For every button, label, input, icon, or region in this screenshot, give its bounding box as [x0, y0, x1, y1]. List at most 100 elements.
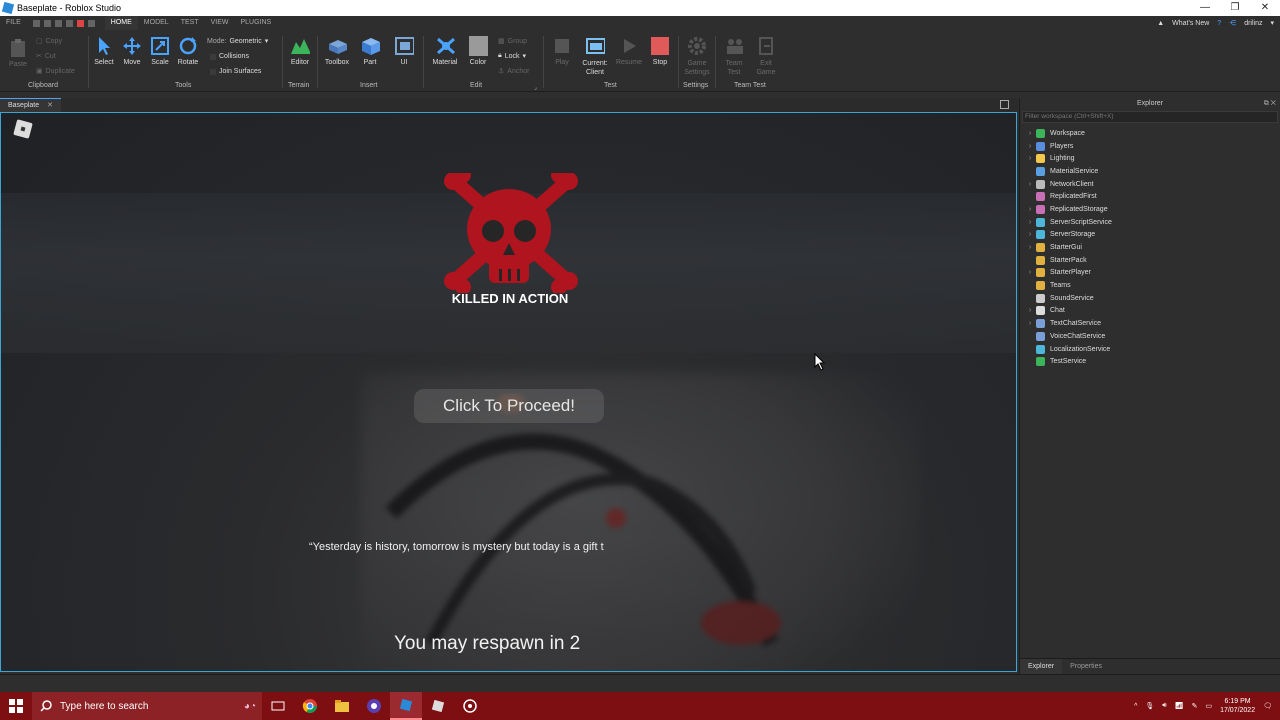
expand-chevron-icon[interactable]: ›: [1024, 181, 1036, 188]
explorer-item[interactable]: › Chat: [1020, 305, 1280, 318]
help-icon[interactable]: ?: [1217, 20, 1221, 27]
roblox-menu-icon[interactable]: [13, 119, 33, 139]
lock-button[interactable]: 🔒︎ Lock ▾: [498, 52, 526, 60]
game-viewport[interactable]: KILLED IN ACTION Click To Proceed! “Yest…: [0, 112, 1017, 672]
tray-expand-icon[interactable]: ^: [1134, 703, 1137, 710]
tab-view[interactable]: VIEW: [205, 16, 235, 30]
explorer-item[interactable]: › ReplicatedStorage: [1020, 203, 1280, 216]
redo-icon[interactable]: [54, 19, 62, 27]
maximize-viewport-icon[interactable]: [1000, 100, 1009, 109]
select-tool-button[interactable]: Select: [89, 36, 119, 66]
explorer-window-controls[interactable]: ⧉ ✕: [1264, 98, 1276, 110]
explorer-item[interactable]: › StarterGui: [1020, 241, 1280, 254]
explorer-item[interactable]: › StarterPlayer: [1020, 267, 1280, 280]
scale-tool-button[interactable]: Scale: [145, 36, 175, 66]
tab-explorer[interactable]: Explorer: [1020, 659, 1063, 674]
edit-expand-icon[interactable]: ⌟: [534, 84, 537, 91]
group-button[interactable]: ▦ Group: [498, 37, 527, 46]
close-button[interactable]: ✕: [1250, 0, 1280, 16]
anchor-button[interactable]: ⚓︎ Anchor: [498, 67, 529, 76]
current-client-button[interactable]: Current: Client: [578, 36, 612, 77]
task-view-icon[interactable]: [262, 692, 294, 720]
settings-app-icon[interactable]: [454, 692, 486, 720]
explorer-item[interactable]: › ServerStorage: [1020, 229, 1280, 242]
volume-icon[interactable]: 🔊︎: [1162, 702, 1166, 710]
explorer-item[interactable]: › Players: [1020, 140, 1280, 153]
roblox-studio-taskbar-icon[interactable]: [390, 692, 422, 720]
duplicate-button[interactable]: ▣ Duplicate: [36, 67, 75, 76]
microphone-icon[interactable]: 🎙︎: [1145, 702, 1154, 710]
tab-home[interactable]: HOME: [104, 15, 138, 31]
expand-chevron-icon[interactable]: ›: [1024, 320, 1036, 327]
join-surfaces-toggle[interactable]: Join Surfaces: [210, 68, 261, 75]
expand-chevron-icon[interactable]: ›: [1024, 130, 1036, 137]
rotate-tool-button[interactable]: Rotate: [173, 36, 203, 66]
whats-new-link[interactable]: What's New: [1172, 20, 1209, 27]
taskbar-search[interactable]: Type here to search ◕◔: [32, 692, 262, 720]
copy-button[interactable]: ▢ Copy: [36, 37, 62, 46]
expand-chevron-icon[interactable]: ›: [1024, 219, 1036, 226]
explorer-item[interactable]: › TextChatService: [1020, 317, 1280, 330]
team-icon[interactable]: [87, 19, 95, 27]
tab-test[interactable]: TEST: [175, 16, 205, 30]
tab-properties[interactable]: Properties: [1062, 659, 1110, 674]
exit-game-button[interactable]: Exit Game: [751, 36, 781, 77]
expand-chevron-icon[interactable]: ›: [1024, 307, 1036, 314]
tab-model[interactable]: MODEL: [138, 16, 175, 30]
explorer-filter-input[interactable]: Filter workspace (Ctrl+Shift+X): [1022, 111, 1278, 123]
terrain-editor-button[interactable]: Editor: [285, 36, 315, 66]
cut-button[interactable]: ✂ Cut: [36, 52, 56, 61]
expand-chevron-icon[interactable]: ›: [1024, 206, 1036, 213]
undo-icon[interactable]: [43, 19, 51, 27]
restore-button[interactable]: ❐: [1220, 0, 1250, 16]
pen-icon[interactable]: ✎: [1192, 702, 1198, 710]
minimize-button[interactable]: —: [1190, 0, 1220, 16]
expand-chevron-icon[interactable]: ›: [1024, 143, 1036, 150]
display-icon[interactable]: ▭: [1205, 702, 1212, 710]
expand-chevron-icon[interactable]: ›: [1024, 244, 1036, 251]
user-dropdown-icon[interactable]: ▾: [1270, 19, 1274, 27]
collapse-ribbon-icon[interactable]: ▲: [1157, 20, 1164, 27]
part-button[interactable]: Part: [355, 36, 385, 66]
explorer-item[interactable]: › NetworkClient: [1020, 178, 1280, 191]
new-file-icon[interactable]: [32, 19, 40, 27]
explorer-item[interactable]: MaterialService: [1020, 165, 1280, 178]
network-icon[interactable]: 📶︎: [1175, 702, 1184, 710]
toolbox-button[interactable]: Toolbox: [322, 36, 352, 66]
explorer-item[interactable]: VoiceChatService: [1020, 330, 1280, 343]
chrome-icon[interactable]: [294, 692, 326, 720]
explorer-item[interactable]: Teams: [1020, 279, 1280, 292]
tab-file[interactable]: FILE: [0, 16, 27, 30]
color-button[interactable]: Color: [463, 36, 493, 66]
team-test-button[interactable]: Team Test: [719, 36, 749, 77]
mode-selector[interactable]: Mode: Geometric ▾: [207, 37, 268, 46]
explorer-item[interactable]: › Workspace: [1020, 127, 1280, 140]
collisions-toggle[interactable]: Collisions: [210, 53, 249, 60]
ui-button[interactable]: UI: [389, 36, 419, 66]
explorer-item[interactable]: StarterPack: [1020, 254, 1280, 267]
share-icon[interactable]: ⋲: [1229, 19, 1236, 27]
tab-baseplate[interactable]: Baseplate ✕: [0, 98, 61, 112]
explorer-item[interactable]: ReplicatedFirst: [1020, 190, 1280, 203]
user-name[interactable]: drilinz: [1244, 20, 1262, 27]
explorer-item[interactable]: › Lighting: [1020, 152, 1280, 165]
resume-button[interactable]: Resume: [614, 36, 644, 66]
roblox-player-icon[interactable]: [422, 692, 454, 720]
file-explorer-icon[interactable]: [326, 692, 358, 720]
move-tool-button[interactable]: Move: [117, 36, 147, 66]
stop-icon[interactable]: [76, 19, 84, 27]
clock[interactable]: 6:19 PM 17/07/2022: [1220, 697, 1255, 715]
tab-plugins[interactable]: PLUGINS: [234, 16, 277, 30]
proceed-button[interactable]: Click To Proceed!: [414, 389, 604, 423]
expand-chevron-icon[interactable]: ›: [1024, 269, 1036, 276]
obs-icon[interactable]: [358, 692, 390, 720]
explorer-item[interactable]: SoundService: [1020, 292, 1280, 305]
expand-chevron-icon[interactable]: ›: [1024, 155, 1036, 162]
start-button[interactable]: [0, 692, 32, 720]
close-tab-icon[interactable]: ✕: [47, 102, 53, 109]
game-settings-button[interactable]: Game Settings: [682, 36, 712, 77]
explorer-item[interactable]: › ServerScriptService: [1020, 216, 1280, 229]
stop-button[interactable]: Stop: [645, 36, 675, 66]
expand-chevron-icon[interactable]: ›: [1024, 231, 1036, 238]
notifications-icon[interactable]: 🗨︎: [1263, 702, 1272, 710]
